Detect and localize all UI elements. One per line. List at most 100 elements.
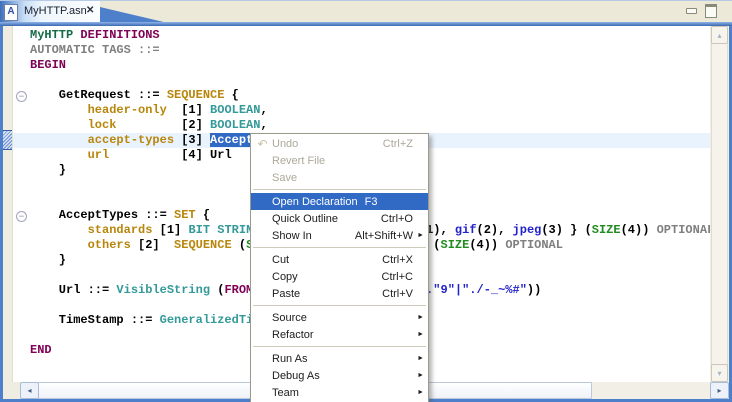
code-token: { bbox=[196, 208, 210, 222]
menu-item-paste[interactable]: Paste Ctrl+V bbox=[251, 285, 428, 302]
code-line: lock [2] BOOLEAN, bbox=[30, 118, 710, 133]
maximize-button[interactable] bbox=[704, 4, 718, 17]
menu-item-debug-as[interactable]: Debug As ► bbox=[251, 367, 428, 384]
tab-curve bbox=[100, 1, 168, 23]
menu-item-label: Paste bbox=[272, 288, 300, 300]
code-token: , bbox=[260, 118, 267, 132]
menu-item-copy[interactable]: CopyCtrl+C bbox=[251, 268, 428, 285]
scroll-right-button[interactable]: ▸ bbox=[710, 382, 729, 399]
code-token bbox=[30, 133, 88, 147]
tab-curve-fill bbox=[100, 1, 168, 23]
menu-item-open-declaration[interactable]: Open DeclarationF3 bbox=[251, 193, 428, 210]
code-token: ( bbox=[210, 283, 224, 297]
fold-toggle-icon[interactable]: − bbox=[16, 211, 27, 222]
code-token: BOOLEAN bbox=[210, 103, 260, 117]
code-token: } bbox=[30, 163, 66, 177]
menu-item-quick-outline[interactable]: Quick Outline Ctrl+O bbox=[251, 210, 428, 227]
code-token: GetRequest ::= bbox=[30, 88, 167, 102]
menu-item-team[interactable]: Team► bbox=[251, 384, 428, 401]
code-token: ( bbox=[232, 238, 246, 252]
scroll-up-button[interactable]: ▴ bbox=[711, 26, 728, 44]
vertical-scroll-track[interactable] bbox=[711, 42, 728, 366]
submenu-arrow-icon: ► bbox=[417, 355, 424, 362]
code-line: GetRequest ::= SEQUENCE { bbox=[30, 88, 710, 103]
code-token bbox=[30, 118, 88, 132]
menu-item-label: Quick Outline bbox=[272, 213, 338, 225]
scrollbar-corner bbox=[3, 382, 20, 399]
code-token: header-only bbox=[88, 103, 167, 117]
code-line: BEGIN bbox=[30, 58, 710, 73]
code-token: (2), bbox=[477, 223, 513, 237]
code-token: OPTIONAL bbox=[657, 223, 710, 237]
menu-item-shortcut: Ctrl+V bbox=[382, 288, 413, 300]
menu-item-revert-file: Revert File bbox=[251, 152, 428, 169]
scroll-up-icon: ▴ bbox=[717, 31, 721, 40]
menu-item-refactor[interactable]: Refactor► bbox=[251, 326, 428, 343]
menu-item-source[interactable]: Source► bbox=[251, 309, 428, 326]
code-token: MyHTTP bbox=[30, 28, 73, 42]
minimize-icon bbox=[686, 8, 697, 14]
scroll-right-icon: ▸ bbox=[717, 386, 721, 395]
scroll-left-button[interactable]: ◂ bbox=[20, 382, 39, 399]
code-token: (3) } ( bbox=[541, 223, 591, 237]
menu-item-shortcut: Ctrl+O bbox=[381, 213, 413, 225]
menu-item-shortcut: Alt+Shift+W bbox=[355, 230, 413, 242]
editor-tab[interactable]: A MyHTTP.asn ✕ bbox=[0, 1, 100, 23]
close-icon[interactable]: ✕ bbox=[86, 5, 94, 16]
menu-item-label: Run As bbox=[272, 353, 307, 365]
menu-item-shortcut: Ctrl+Z bbox=[383, 138, 413, 150]
annotation-ruler bbox=[3, 26, 13, 382]
code-line: header-only [1] BOOLEAN, bbox=[30, 103, 710, 118]
code-token: SET bbox=[174, 208, 196, 222]
code-token: gif bbox=[455, 223, 477, 237]
menu-item-save: Save bbox=[251, 169, 428, 186]
menu-item-show-in[interactable]: Show InAlt+Shift+W► bbox=[251, 227, 428, 244]
submenu-arrow-icon: ► bbox=[417, 331, 424, 338]
code-token: DEFINITIONS bbox=[80, 28, 159, 42]
submenu-arrow-icon: ► bbox=[417, 232, 424, 239]
editor-window: A MyHTTP.asn ✕ − − MyHTTP DEFINITIONSAUT… bbox=[0, 0, 732, 402]
submenu-arrow-icon: ► bbox=[417, 372, 424, 379]
vertical-scrollbar[interactable]: ▴ ▾ bbox=[710, 26, 729, 382]
code-token: END bbox=[30, 343, 52, 357]
code-token: BOOLEAN bbox=[210, 118, 260, 132]
code-line bbox=[30, 73, 710, 88]
code-token: VisibleString bbox=[116, 283, 210, 297]
menu-separator bbox=[253, 189, 426, 190]
menu-separator bbox=[253, 305, 426, 306]
undo-icon: ↶ bbox=[253, 137, 272, 151]
code-line: AUTOMATIC TAGS ::= bbox=[30, 43, 710, 58]
fold-toggle-icon[interactable]: − bbox=[16, 91, 27, 102]
maximize-icon bbox=[705, 4, 717, 18]
code-token: AUTOMATIC TAGS ::= bbox=[30, 43, 160, 57]
code-token bbox=[30, 148, 88, 162]
code-token: BEGIN bbox=[30, 58, 66, 72]
submenu-arrow-icon: ► bbox=[417, 314, 424, 321]
menu-item-label: Copy bbox=[272, 271, 298, 283]
menu-item-label: Debug As bbox=[272, 370, 320, 382]
submenu-arrow-icon: ► bbox=[417, 389, 424, 396]
scroll-down-button[interactable]: ▾ bbox=[711, 364, 728, 382]
menu-item-run-as[interactable]: Run As ► bbox=[251, 350, 428, 367]
menu-item-label: Cut bbox=[272, 254, 289, 266]
code-token: [3] bbox=[174, 133, 210, 147]
code-token: { bbox=[224, 88, 238, 102]
code-token: others bbox=[88, 238, 131, 252]
editor-tab-bar: A MyHTTP.asn ✕ bbox=[0, 0, 732, 23]
menu-item-shortcut: F3 bbox=[365, 196, 378, 208]
context-menu: ↶Undo Ctrl+Z Revert FileSave Open Declarati… bbox=[250, 133, 429, 402]
menu-separator bbox=[253, 247, 426, 248]
code-token: } bbox=[30, 253, 66, 267]
code-token bbox=[30, 238, 88, 252]
code-token: Url ::= bbox=[30, 283, 116, 297]
fold-margin: − − bbox=[13, 26, 30, 382]
code-token: SIZE bbox=[441, 238, 470, 252]
menu-item-cut[interactable]: CutCtrl+X bbox=[251, 251, 428, 268]
menu-separator bbox=[253, 346, 426, 347]
code-token: SEQUENCE bbox=[167, 88, 225, 102]
minimize-button[interactable] bbox=[684, 4, 698, 17]
code-line: MyHTTP DEFINITIONS bbox=[30, 28, 710, 43]
asn-file-icon-letter: A bbox=[7, 6, 14, 17]
code-token: TimeStamp ::= bbox=[30, 313, 160, 327]
menu-item-label: Undo bbox=[272, 138, 298, 150]
